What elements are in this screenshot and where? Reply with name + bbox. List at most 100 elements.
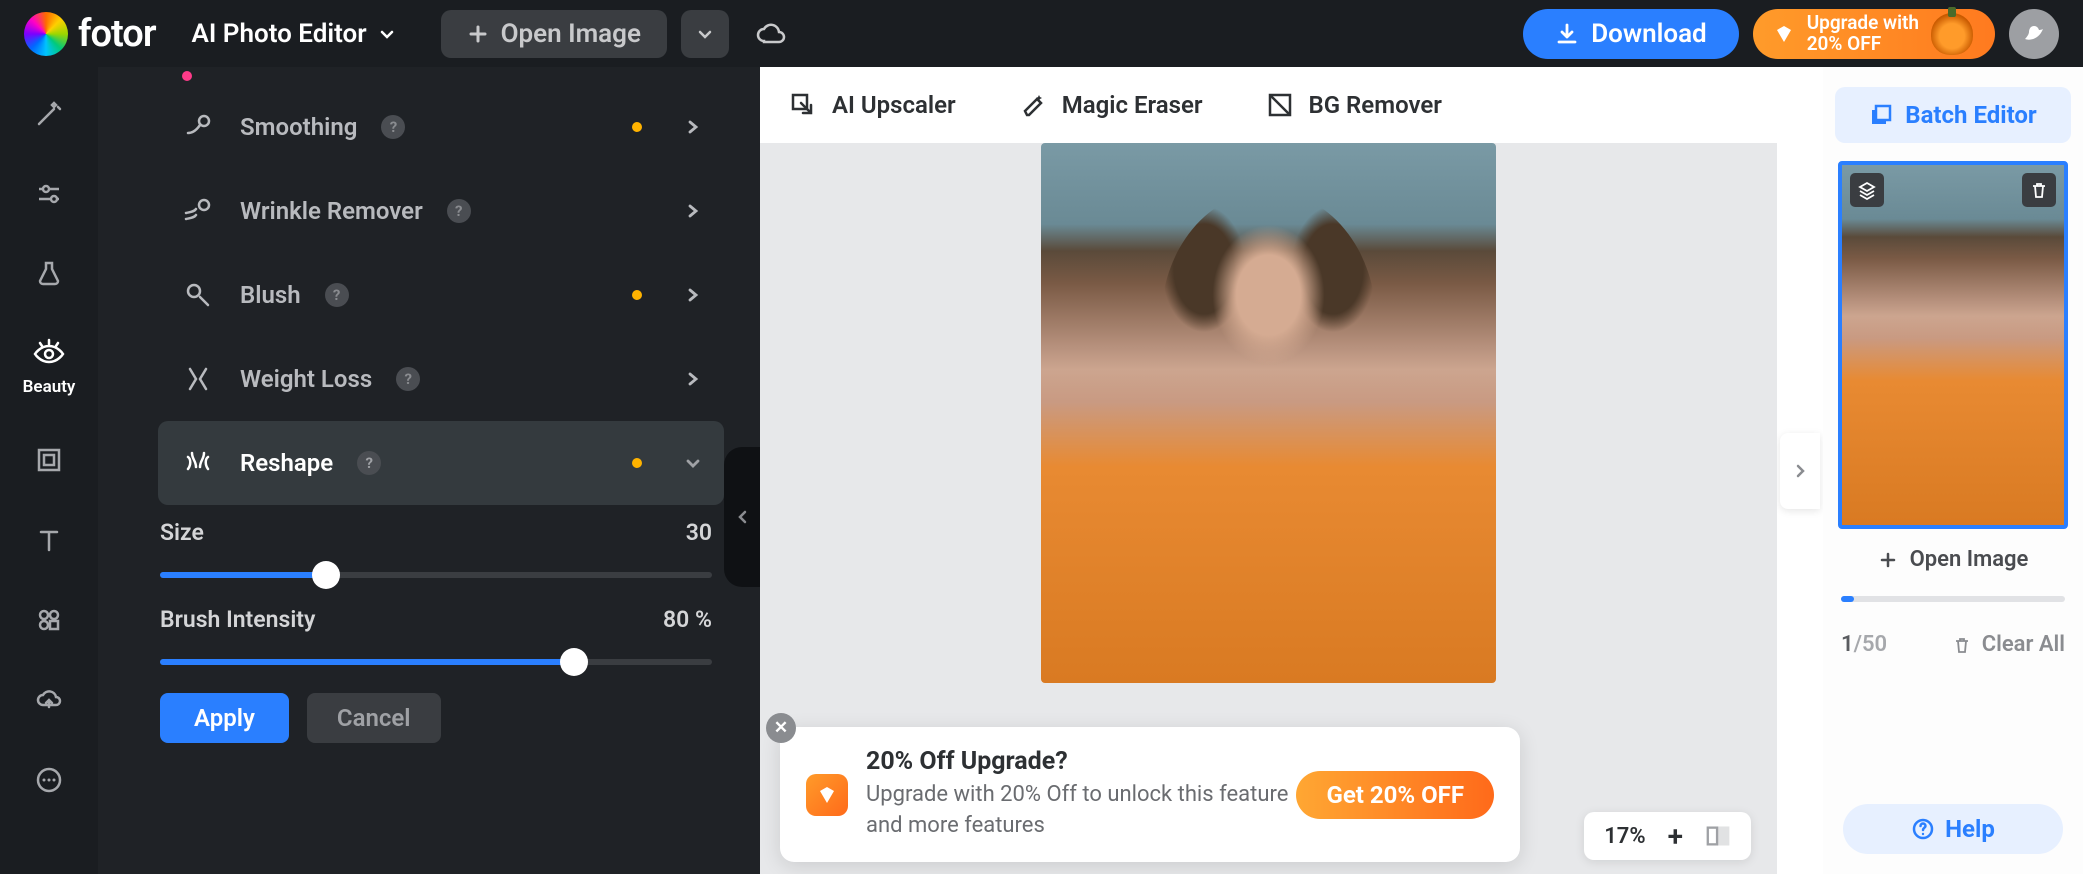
bg-remover-icon: [1265, 90, 1295, 120]
rail-item-more[interactable]: [19, 763, 79, 797]
brush-value: 80 %: [663, 606, 712, 633]
mode-label: AI Photo Editor: [192, 19, 367, 49]
help-icon[interactable]: ?: [357, 451, 381, 475]
bg-remover-button[interactable]: BG Remover: [1265, 90, 1442, 120]
rail-item-cloud[interactable]: [19, 683, 79, 717]
promo-cta-button[interactable]: Get 20% OFF: [1296, 771, 1494, 819]
help-icon[interactable]: ?: [381, 115, 405, 139]
size-slider-group: Size 30: [160, 519, 712, 578]
close-promo-button[interactable]: ✕: [766, 713, 796, 743]
image-thumbnail[interactable]: [1838, 161, 2068, 529]
rail-item-text[interactable]: [19, 523, 79, 557]
help-icon[interactable]: ?: [396, 367, 420, 391]
wrinkle-icon: [180, 193, 216, 229]
rail-item-magic[interactable]: [19, 97, 79, 131]
tool-panel: Smoothing ? Wrinkle Remover ? Blush ?: [98, 67, 760, 874]
premium-dot-icon: [632, 458, 642, 468]
thumbnail-scroll[interactable]: [1841, 596, 2065, 602]
mode-selector[interactable]: AI Photo Editor: [192, 19, 397, 49]
wand-icon: [34, 99, 64, 129]
tool-label: Smoothing: [240, 113, 357, 141]
canvas-toolbar: AI Upscaler Magic Eraser BG Remover: [760, 67, 1777, 143]
compare-icon[interactable]: [1705, 823, 1731, 849]
tool-wrinkle-remover[interactable]: Wrinkle Remover ?: [158, 169, 724, 253]
reshape-controls: Size 30 Brush Intensity 80 %: [98, 505, 760, 743]
rail-item-frames[interactable]: [19, 443, 79, 477]
promo-title: 20% Off Upgrade?: [866, 747, 1296, 776]
rail-item-adjust[interactable]: [19, 177, 79, 211]
slider-thumb[interactable]: [560, 648, 588, 676]
open-image-button[interactable]: Open Image: [441, 10, 667, 58]
chevron-right-icon: [684, 286, 702, 304]
tool-label: Weight Loss: [240, 365, 372, 393]
open-image-right-button[interactable]: Open Image: [1835, 547, 2071, 572]
cloud-button[interactable]: [747, 10, 795, 58]
pumpkin-icon: [1931, 13, 1973, 55]
brush-label: Brush Intensity: [160, 606, 315, 633]
delete-thumbnail-button[interactable]: [2022, 173, 2056, 207]
batch-editor-button[interactable]: Batch Editor: [1835, 87, 2071, 143]
left-rail: Beauty: [0, 67, 98, 874]
size-label: Size: [160, 519, 204, 546]
zoom-toolbar: 17% +: [1584, 812, 1751, 860]
ai-upscaler-button[interactable]: AI Upscaler: [788, 90, 956, 120]
size-value: 30: [686, 519, 712, 546]
promo-body: Upgrade with 20% Off to unlock this feat…: [866, 780, 1296, 842]
premium-dot-icon: [632, 290, 642, 300]
layers-icon: [1857, 180, 1877, 200]
weight-loss-icon: [180, 361, 216, 397]
canvas-viewport[interactable]: ✕ 20% Off Upgrade? Upgrade with 20% Off …: [760, 143, 1777, 874]
tool-label: Reshape: [240, 449, 333, 477]
size-slider[interactable]: [160, 572, 712, 578]
slider-thumb[interactable]: [312, 561, 340, 589]
cloud-icon: [754, 17, 788, 51]
diamond-icon: [1773, 23, 1795, 45]
magic-eraser-button[interactable]: Magic Eraser: [1018, 90, 1203, 120]
brush-slider[interactable]: [160, 659, 712, 665]
tool-blush[interactable]: Blush ?: [158, 253, 724, 337]
rail-item-beauty[interactable]: Beauty: [19, 337, 79, 397]
apply-button[interactable]: Apply: [160, 693, 289, 743]
upgrade-button[interactable]: Upgrade with 20% OFF: [1753, 9, 1995, 59]
brand-logo[interactable]: fotor: [24, 12, 156, 56]
zoom-in-button[interactable]: +: [1668, 820, 1683, 853]
expand-right-button[interactable]: [1780, 433, 1820, 509]
plus-icon: [1878, 550, 1898, 570]
right-panel: Batch Editor Open Image 1/50 Clear All H…: [1823, 67, 2083, 874]
cancel-button[interactable]: Cancel: [307, 693, 441, 743]
download-button[interactable]: Download: [1523, 9, 1738, 59]
chevron-left-icon: [735, 509, 751, 525]
eraser-icon: [1018, 90, 1048, 120]
chevron-right-icon: [684, 118, 702, 136]
brush-slider-group: Brush Intensity 80 %: [160, 606, 712, 665]
diamond-icon: [806, 774, 848, 816]
stack-icon: [1869, 103, 1893, 127]
chevron-down-icon: [684, 454, 702, 472]
trash-icon: [1952, 635, 1972, 655]
canvas-area: AI Upscaler Magic Eraser BG Remover ✕ 20…: [760, 67, 1777, 874]
brand-name: fotor: [78, 12, 156, 56]
open-image-dropdown[interactable]: [681, 10, 729, 58]
rail-item-effects[interactable]: [19, 257, 79, 291]
help-icon[interactable]: ?: [447, 199, 471, 223]
layers-button[interactable]: [1850, 173, 1884, 207]
help-button[interactable]: Help: [1843, 804, 2063, 854]
tool-weight-loss[interactable]: Weight Loss ?: [158, 337, 724, 421]
tool-smoothing[interactable]: Smoothing ?: [158, 85, 724, 169]
upscaler-icon: [788, 90, 818, 120]
app-header: fotor AI Photo Editor Open Image Downloa…: [0, 0, 2083, 67]
canvas-image[interactable]: [1041, 143, 1496, 683]
clear-all-button[interactable]: Clear All: [1952, 632, 2065, 657]
chevron-right-icon: [684, 370, 702, 388]
zoom-value[interactable]: 17%: [1604, 824, 1645, 849]
notification-dot-icon: [182, 71, 192, 81]
tool-reshape[interactable]: Reshape ?: [158, 421, 724, 505]
shapes-icon: [34, 605, 64, 635]
download-icon: [1555, 22, 1579, 46]
help-icon[interactable]: ?: [325, 283, 349, 307]
collapse-panel-button[interactable]: [724, 447, 760, 587]
rail-item-elements[interactable]: [19, 603, 79, 637]
plus-icon: [467, 23, 489, 45]
open-image-label: Open Image: [501, 19, 641, 49]
user-avatar[interactable]: [2009, 9, 2059, 59]
